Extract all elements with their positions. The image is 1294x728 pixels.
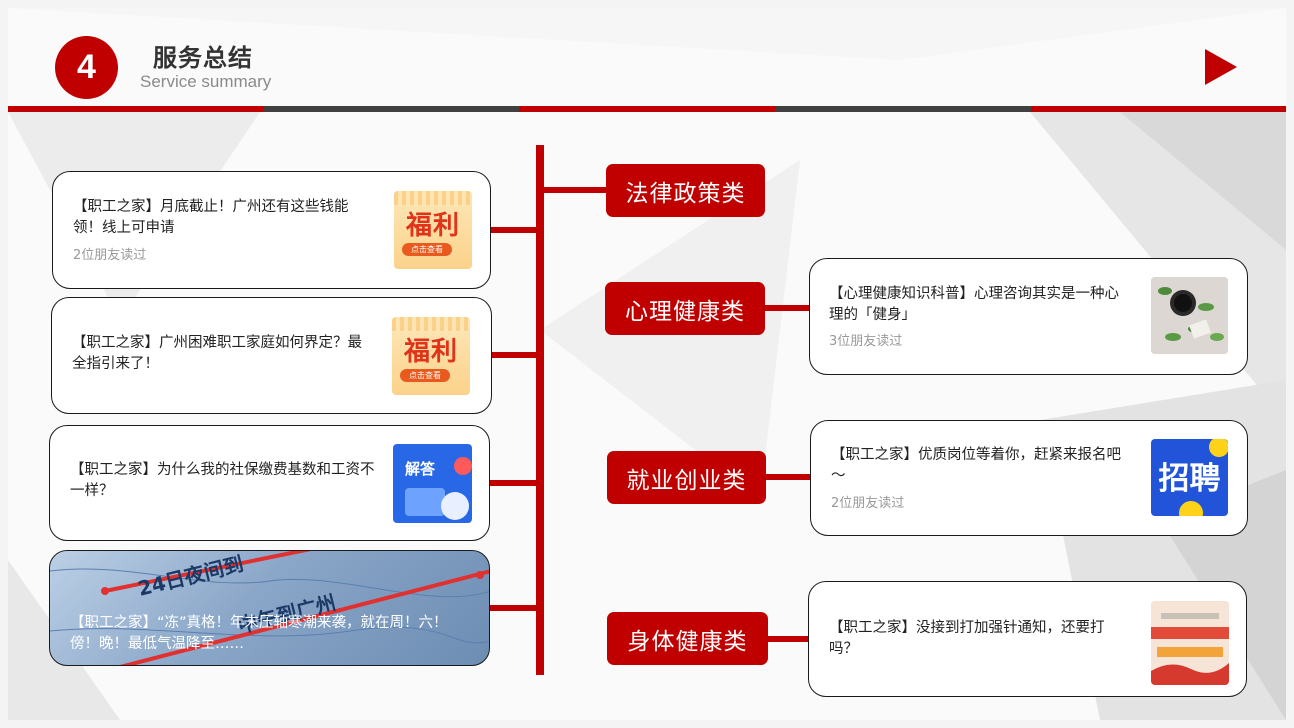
article-thumbnail <box>1151 277 1228 354</box>
section-number: 4 <box>55 36 118 99</box>
photo-text: 24日夜间到 <box>135 551 245 600</box>
connector <box>768 636 810 642</box>
read-count: 2位朋友读过 <box>831 496 905 511</box>
read-count: 2位朋友读过 <box>73 248 147 263</box>
page-title: 服务总结 <box>153 44 253 72</box>
category-employment[interactable]: 就业创业类 <box>607 451 766 504</box>
connector <box>490 480 540 486</box>
thumb-decoration <box>392 317 470 331</box>
thumb-text: 招聘 <box>1158 461 1221 497</box>
thumb-illustration <box>405 457 472 520</box>
connector <box>765 305 811 311</box>
header-divider-segment <box>519 106 775 112</box>
article-thumbnail <box>1151 601 1229 685</box>
article-title: 【职工之家】广州困难职工家庭如何界定？最全指引来了！ <box>72 335 362 372</box>
article-card[interactable]: 【职工之家】广州困难职工家庭如何界定？最全指引来了！ 福利 点击查看 <box>51 297 492 414</box>
connector <box>491 352 540 358</box>
header-divider-segment <box>8 106 263 112</box>
article-title: 【职工之家】月底截止！广州还有这些钱能领！线上可申请 <box>73 199 349 236</box>
connector <box>766 474 812 480</box>
header-divider-segment <box>775 106 1031 112</box>
read-count: 3位朋友读过 <box>829 334 903 349</box>
article-card[interactable]: 【职工之家】没接到打加强针通知，还要打吗？ <box>808 581 1247 697</box>
article-title: 【职工之家】为什么我的社保缴费基数和工资不一样？ <box>70 462 375 499</box>
article-card[interactable]: 【职工之家】月底截止！广州还有这些钱能领！线上可申请 2位朋友读过 福利 点击查… <box>52 171 491 289</box>
plant-coffee-image <box>1151 277 1228 354</box>
article-title: 【职工之家】“冻”真格！年末压轴寒潮来袭，就在周！六！傍！晚！最低气温降至…… <box>70 615 448 652</box>
article-card[interactable]: 【职工之家】优质岗位等着你，赶紧来报名吧～ 2位朋友读过 招聘 <box>810 420 1248 536</box>
article-card[interactable]: 24日夜间到 中午到广州 【职工之家】“冻”真格！年末压轴寒潮来袭，就在周！六！… <box>49 550 490 666</box>
article-title: 【职工之家】优质岗位等着你，赶紧来报名吧～ <box>831 447 1121 484</box>
category-mental-health[interactable]: 心理健康类 <box>605 282 765 335</box>
header-divider-segment <box>1031 106 1286 112</box>
page-subtitle: Service summary <box>140 72 272 91</box>
category-legal-policy[interactable]: 法律政策类 <box>606 164 765 217</box>
thumb-button: 点击查看 <box>402 243 452 256</box>
article-card[interactable]: 【心理健康知识科普】心理咨询其实是一种心理的「健身」 3位朋友读过 <box>809 258 1248 375</box>
play-icon[interactable] <box>1205 49 1237 85</box>
article-thumbnail: 招聘 <box>1151 439 1228 516</box>
header-divider-segment <box>263 106 519 112</box>
connector <box>490 605 540 611</box>
article-thumbnail: 福利 点击查看 <box>392 317 470 395</box>
article-thumbnail: 解答 <box>393 444 472 523</box>
connector <box>490 227 540 233</box>
tree-trunk <box>536 145 544 675</box>
article-thumbnail: 福利 点击查看 <box>394 191 472 269</box>
thumb-text: 福利 <box>405 211 460 241</box>
thumb-decoration <box>394 191 472 205</box>
poster-image <box>1151 601 1229 685</box>
thumb-button: 点击查看 <box>400 369 450 382</box>
article-title: 【职工之家】没接到打加强针通知，还要打吗？ <box>829 620 1105 657</box>
connector <box>540 187 608 193</box>
article-card[interactable]: 【职工之家】为什么我的社保缴费基数和工资不一样？ 解答 <box>49 425 490 541</box>
thumb-text: 福利 <box>403 337 458 367</box>
article-title: 【心理健康知识科普】心理咨询其实是一种心理的「健身」 <box>829 286 1119 323</box>
category-physical-health[interactable]: 身体健康类 <box>607 612 768 665</box>
